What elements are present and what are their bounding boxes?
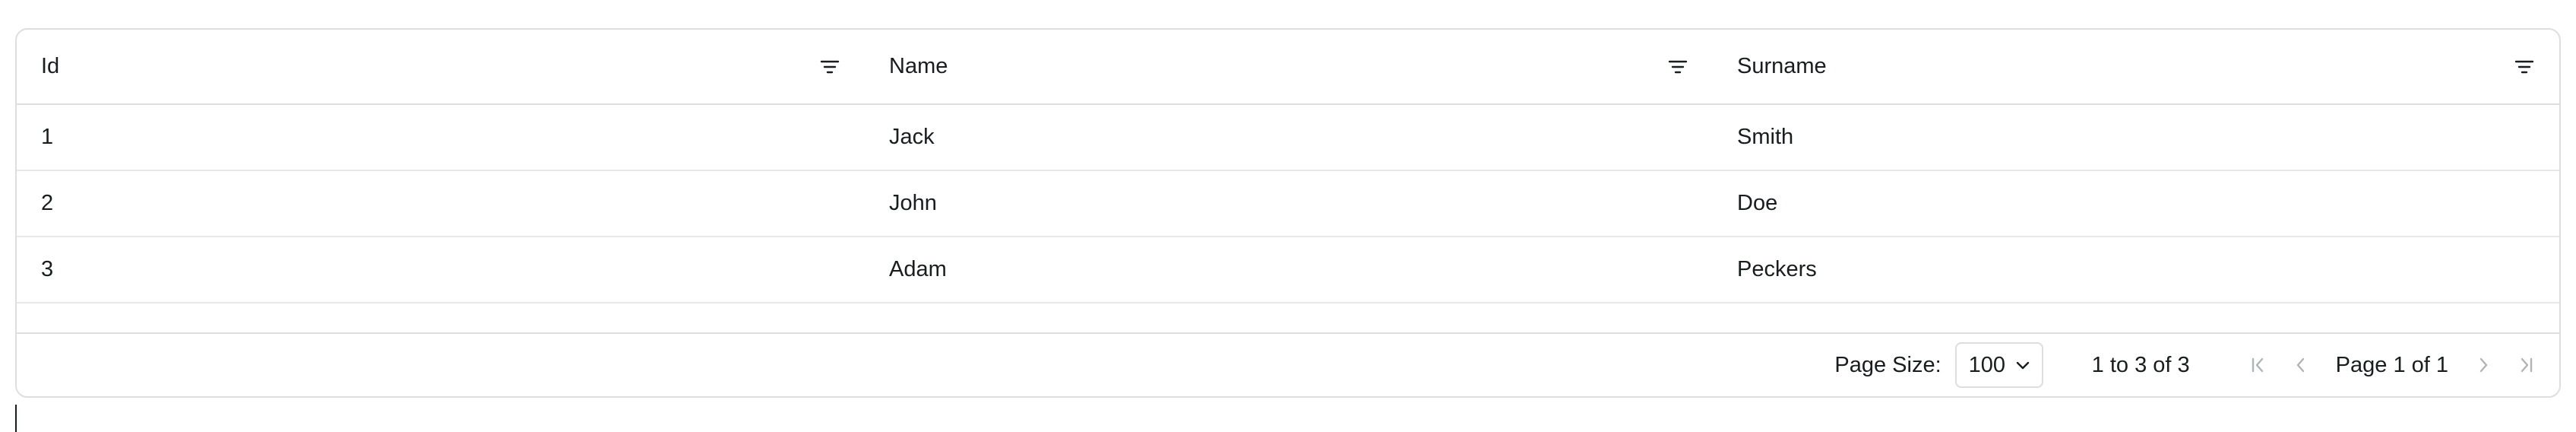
previous-page-icon bbox=[2296, 357, 2304, 373]
cell-name[interactable]: Jack bbox=[865, 105, 1713, 170]
page-indicator: Page 1 of 1 bbox=[2335, 352, 2448, 377]
column-header-name[interactable]: Name bbox=[865, 30, 1713, 103]
data-grid: Id Name Surname 1 Jack Smith 2 John Doe … bbox=[15, 28, 2561, 398]
first-page-icon bbox=[2252, 357, 2263, 373]
first-page-button[interactable] bbox=[2245, 351, 2272, 379]
previous-page-button[interactable] bbox=[2287, 351, 2315, 379]
grid-body: 1 Jack Smith 2 John Doe 3 Adam Peckers bbox=[17, 105, 2559, 337]
cell-id[interactable]: 3 bbox=[17, 237, 865, 302]
row-summary: 1 to 3 of 3 bbox=[2091, 352, 2190, 377]
last-page-icon bbox=[2521, 357, 2533, 373]
column-header-id[interactable]: Id bbox=[17, 30, 865, 103]
pagination-panel: Page Size: 100 1 to 3 of 3 Page 1 of 1 bbox=[17, 332, 2559, 396]
column-header-surname[interactable]: Surname bbox=[1713, 30, 2559, 103]
cell-surname[interactable]: Peckers bbox=[1713, 237, 2559, 302]
filter-icon[interactable] bbox=[2512, 55, 2536, 79]
chevron-down-icon bbox=[2016, 361, 2029, 370]
next-page-icon bbox=[2479, 357, 2488, 373]
next-page-button[interactable] bbox=[2470, 351, 2497, 379]
column-header-label: Name bbox=[889, 54, 948, 78]
table-row[interactable]: 3 Adam Peckers bbox=[17, 237, 2559, 303]
page-size-select[interactable]: 100 bbox=[1954, 342, 2043, 388]
filter-icon[interactable] bbox=[818, 55, 842, 79]
cell-name[interactable]: Adam bbox=[865, 237, 1713, 302]
filter-icon[interactable] bbox=[1666, 55, 1690, 79]
cell-id[interactable]: 2 bbox=[17, 171, 865, 236]
table-row[interactable]: 1 Jack Smith bbox=[17, 105, 2559, 171]
cell-id[interactable]: 1 bbox=[17, 105, 865, 170]
cell-surname[interactable]: Doe bbox=[1713, 171, 2559, 236]
text-cursor bbox=[15, 405, 17, 432]
last-page-button[interactable] bbox=[2512, 351, 2540, 379]
column-header-label: Surname bbox=[1737, 54, 1827, 78]
header-row: Id Name Surname bbox=[17, 30, 2559, 105]
cell-surname[interactable]: Smith bbox=[1713, 105, 2559, 170]
page-size-value: 100 bbox=[1968, 352, 2006, 377]
page-size-label: Page Size: bbox=[1834, 352, 1941, 377]
cell-name[interactable]: John bbox=[865, 171, 1713, 236]
column-header-label: Id bbox=[41, 54, 60, 78]
table-row[interactable]: 2 John Doe bbox=[17, 171, 2559, 237]
